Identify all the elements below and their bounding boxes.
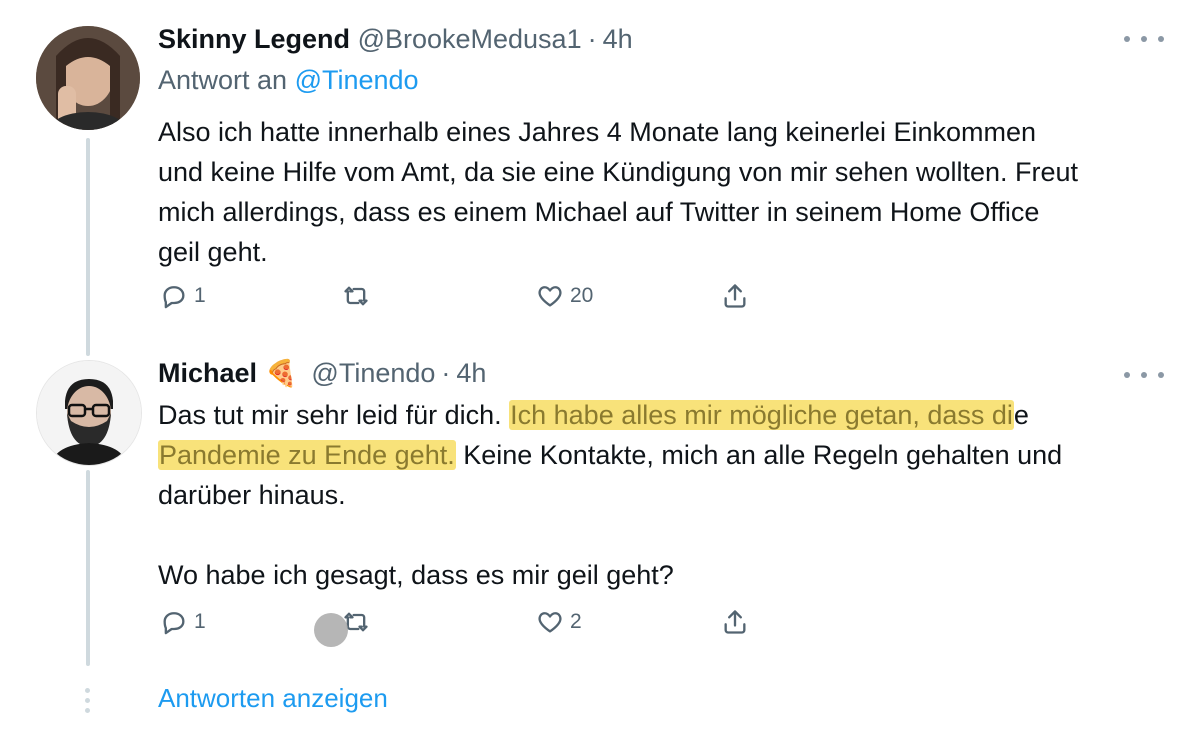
tweet-actions: 1 20: [158, 282, 758, 322]
tweet-text-plain: e: [1013, 400, 1029, 430]
reply-prefix: Antwort an: [158, 65, 288, 95]
share-icon: [724, 610, 746, 634]
more-icon[interactable]: [1124, 31, 1164, 47]
tweet-text-line: Wo habe ich gesagt, dass es mir geil geh…: [158, 560, 674, 590]
reply-context: Antwort an @Tinendo: [158, 63, 419, 97]
like-icon: [538, 286, 562, 307]
touch-indicator: [314, 613, 348, 647]
reply-icon: [163, 612, 185, 635]
display-name[interactable]: Michael: [158, 356, 257, 390]
tweet-text-blank-line: [158, 515, 1168, 555]
share-icon: [724, 284, 746, 308]
tweet-text-line: mich allerdings, dass es einem Michael a…: [158, 197, 1040, 227]
like-count: 20: [570, 284, 594, 307]
tweet-text-line: und keine Hilfe vom Amt, da sie eine Kün…: [158, 157, 1079, 187]
avatar[interactable]: [36, 26, 140, 130]
show-replies-link[interactable]: Antworten anzeigen: [158, 683, 388, 714]
retweet-button[interactable]: [342, 282, 376, 310]
reply-mention-link[interactable]: @Tinendo: [295, 65, 419, 95]
thread-line: [86, 470, 90, 666]
tweet-text: Also ich hatte innerhalb eines Jahres 4 …: [158, 112, 1168, 272]
text-highlight: Pandemie zu Ende geht.: [158, 440, 456, 470]
user-handle[interactable]: @Tinendo: [311, 356, 435, 390]
tweet-text-plain: Keine Kontakte, mich an alle Regeln geha…: [455, 440, 1063, 470]
reply-button[interactable]: 1: [160, 608, 206, 636]
reply-count: 1: [194, 284, 206, 307]
text-highlight: Ich habe alles mir mögliche getan, dass …: [509, 400, 1014, 430]
like-count: 2: [570, 610, 582, 633]
like-icon: [538, 612, 562, 633]
share-button[interactable]: [721, 282, 749, 310]
reply-button[interactable]: 1: [160, 282, 206, 310]
like-button[interactable]: 20: [536, 282, 593, 310]
separator-dot: ·: [441, 358, 451, 388]
share-button[interactable]: [721, 608, 749, 636]
reply-count: 1: [194, 610, 206, 633]
thread-line: [86, 138, 90, 356]
more-icon[interactable]: [1124, 367, 1164, 383]
tweet-text-line: Pandemie zu Ende geht. Keine Kontakte, m…: [158, 435, 1168, 475]
separator-dot: ·: [587, 24, 597, 54]
tweet-text-plain: Das tut mir sehr leid für dich.: [158, 400, 510, 430]
user-handle[interactable]: @BrookeMedusa1: [358, 22, 582, 56]
timestamp[interactable]: 4h: [603, 22, 633, 56]
tweet-text-line: Also ich hatte innerhalb eines Jahres 4 …: [158, 117, 1037, 147]
tweet-actions: 1 2: [158, 608, 758, 648]
tweet-text-line: darüber hinaus.: [158, 480, 346, 510]
tweet-text-line: Das tut mir sehr leid für dich. Ich habe…: [158, 395, 1168, 435]
retweet-icon: [344, 286, 368, 306]
tweet-text-line: geil geht.: [158, 237, 268, 267]
reply-icon: [163, 286, 185, 309]
like-button[interactable]: 2: [536, 608, 582, 636]
tweet-header: Skinny Legend @BrookeMedusa1 · 4h: [158, 22, 633, 56]
thread-continuation-dots-icon: [85, 688, 90, 713]
display-name[interactable]: Skinny Legend: [158, 22, 350, 56]
tweet-header: Michael 🍕 @Tinendo · 4h: [158, 356, 486, 390]
pizza-emoji-icon: 🍕: [265, 358, 298, 388]
timestamp[interactable]: 4h: [456, 356, 486, 390]
tweet-text: Das tut mir sehr leid für dich. Ich habe…: [158, 395, 1168, 595]
avatar[interactable]: [36, 360, 142, 466]
